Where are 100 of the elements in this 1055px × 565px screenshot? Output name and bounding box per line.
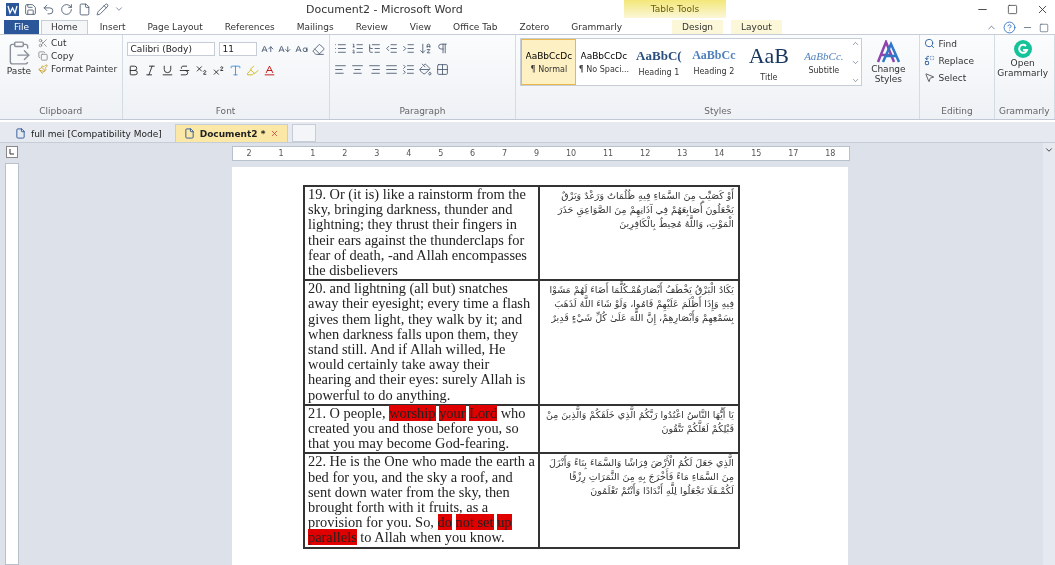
grammarly-logo-icon [1013, 40, 1032, 58]
ribbon-tab[interactable]: View [399, 20, 442, 34]
ruler-number: 4 [406, 149, 412, 158]
document-icon [15, 128, 26, 139]
group-label: Grammarly [998, 106, 1050, 118]
cut-button[interactable]: Cut [38, 38, 118, 48]
word-logo-icon[interactable] [6, 2, 19, 16]
save-icon[interactable] [24, 2, 37, 16]
contextual-header-label: Table Tools [650, 4, 700, 14]
clear-formatting-icon[interactable] [311, 42, 325, 56]
align-center-icon[interactable] [350, 63, 364, 76]
scroll-caret-icon[interactable] [1044, 145, 1054, 155]
english-cell: 21. O people, worship your Lord who created you and those before you, so that you may become God-fearing. [304, 404, 539, 454]
group-label: Clipboard [38, 106, 84, 118]
ribbon-tab[interactable]: Grammarly [561, 20, 632, 34]
font-size-field[interactable]: 11 [218, 42, 257, 56]
arabic-cell: يَكَادُ الْبَرْقُ يَخْطَفُ أَبْصَارَهُمْـكُلَّمَا أَضَاءَ لَهُمْ مَشَوْا فِيهِ وَإِذَا أَظْلَمَ عَلَيْهِمْ قَامُوا، وَلَوْ شَاءَ اللَّهُ لَذَهَبَ بِسَمْعِهِمْ وَأَبْصَارِهِمْ، إِنَّ اللَّهَ عَلَىٰ كُلِّ شَيْءٍ قَدِيرٌ [539, 280, 739, 405]
select-button[interactable]: Select [924, 72, 975, 83]
english-cell: 19. Or (it is) like a rainstorm from the sky, bringing darkness, thunder and lightning; they thrust their fingers in their ears against the thunderclaps for fear of death, -and Allah encompasses the disbelievers [304, 186, 539, 281]
ruler-number: 18 [825, 149, 836, 158]
copy-button[interactable]: Copy [38, 51, 118, 61]
ribbon-tab[interactable]: Home [41, 20, 88, 34]
ribbon-tab[interactable]: File [4, 20, 40, 34]
increase-indent-icon[interactable] [401, 42, 415, 55]
more-styles-icon[interactable] [851, 76, 861, 85]
underline-icon[interactable] [160, 64, 174, 77]
search-icon [924, 38, 936, 49]
copy-icon [38, 51, 48, 61]
align-right-icon[interactable] [367, 63, 381, 76]
ruler-number: 14 [714, 149, 725, 158]
help-icon[interactable] [1003, 21, 1016, 34]
scroll-up-icon[interactable] [851, 39, 861, 48]
multilevel-list-icon[interactable] [367, 42, 381, 55]
ruler-number: 17 [788, 149, 799, 158]
line-spacing-icon[interactable] [401, 63, 415, 76]
ribbon-tab[interactable]: Review [345, 20, 398, 34]
ruler-number: 13 [677, 149, 688, 158]
ruler-number: 2 [246, 149, 252, 158]
ruler-number: 1 [278, 149, 284, 158]
tab-selector-icon[interactable] [6, 146, 18, 158]
change-styles-button[interactable]: Change Styles [866, 38, 911, 106]
font-name-field[interactable]: Calibri (Body) [126, 42, 215, 56]
english-cell: 20. and lightning (all but) snatches away their eyesight; every time a flash gives them light, they walk by it; and when darkness falls upon them, they stand still. And if Allah willed, He would certainly take away their hearing and their eyes: surely Allah is powerful to do anything. [304, 280, 539, 405]
subscript-icon[interactable] [194, 64, 208, 77]
styles-letters-icon [875, 40, 902, 64]
ruler-number: 12 [640, 149, 651, 158]
english-cell: 22. He is the One who made the earth a bed for you, and the sky a roof, and sent down water from the sky, then brought forth with it fruits, as a provision for you. So, do not set up parallels to Allah when you know. [304, 453, 539, 548]
group-label: Paragraph [398, 106, 447, 118]
customize-caret-icon[interactable] [114, 4, 124, 14]
arabic-cell: أَوْ كَصَيِّبٍ مِنَ السَّمَاءِ فِيهِ ظُلُمَاتٌ وَرَعْدٌ وَبَرْقٌ يَجْعَلُونَ أَصَابِعَهُمْ فِي آذَانِهِمْ مِنَ الصَّوَاعِقِ حَذَرَ الْمَوْتِ، وَاللَّهُ مُحِيطٌ بِالْكَافِرِينَ [539, 186, 739, 281]
justify-icon[interactable] [384, 63, 398, 76]
shading-icon[interactable] [418, 63, 432, 76]
show-marks-icon[interactable] [435, 42, 449, 55]
edit-icon[interactable] [96, 2, 109, 16]
group-label: Font [214, 106, 237, 118]
style-item[interactable]: AaBbCcDc ¶ Normal [521, 39, 577, 85]
format-painter-button[interactable]: Format Painter [38, 64, 118, 74]
ruler-number: 6 [470, 149, 476, 158]
ruler-number: 5 [438, 149, 444, 158]
font-color-icon[interactable] [262, 64, 276, 77]
document-tab[interactable]: full mei [Compatibility Mode] [6, 124, 171, 142]
arabic-cell: الَّذِي جَعَلَ لَكُمُ الْأَرْضَ فِرَاشًا وَالسَّمَاءَ بِنَاءً وَأَنْزَلَ مِنَ السَّمَاءِ مَاءً فَأَخْرَجَ بِهِ مِنَ الثَّمَرَاتِ رِزْقًا لَكُمْـفَلَا تَجْعَلُوا لِلَّهِ أَنْدَادًا وَأَنْتُمْ تَعْلَمُونَ [539, 453, 739, 548]
ribbon-tab[interactable]: Zotero [509, 20, 560, 34]
undo-icon[interactable] [42, 2, 55, 16]
numbering-icon[interactable] [350, 42, 364, 55]
decrease-indent-icon[interactable] [384, 42, 398, 55]
ruler-number: 9 [534, 149, 540, 158]
find-button[interactable]: Find [924, 38, 975, 49]
ribbon-tab[interactable]: Office Tab [443, 20, 508, 34]
ruler-number: 11 [603, 149, 614, 158]
ruler-number: 15 [751, 149, 762, 158]
arabic-cell: يَا أَيُّهَا النَّاسُ اعْبُدُوا رَبَّكُمُ الَّذِي خَلَقَكُمْ وَالَّذِينَ مِنْ قَبْلِكُمْ لَعَلَّكُمْ تَتَّقُونَ [539, 404, 739, 454]
align-left-icon[interactable] [333, 63, 347, 76]
superscript-icon[interactable] [211, 64, 225, 77]
text-effects-icon[interactable] [228, 64, 242, 77]
ribbon-tab[interactable]: Design [672, 20, 724, 34]
ribbon-tab[interactable]: Layout [731, 20, 782, 34]
ribbon-tab[interactable]: References [214, 20, 285, 34]
ribbon-tab[interactable]: Mailings [286, 20, 344, 34]
sort-icon[interactable] [418, 42, 432, 55]
window-title: Document2 - Microsoft Word [306, 2, 464, 16]
document-tab[interactable]: Document2 * [174, 124, 289, 142]
ruler-number: 7 [502, 149, 508, 158]
paste-button[interactable]: Paste [4, 38, 34, 106]
ribbon-tab[interactable]: Page Layout [137, 20, 213, 34]
ruler-number: 2 [342, 149, 348, 158]
scissors-icon [38, 38, 48, 48]
strikethrough-icon[interactable] [177, 64, 191, 77]
italic-icon[interactable] [143, 64, 157, 77]
borders-icon[interactable] [435, 63, 449, 76]
new-document-icon[interactable] [78, 2, 91, 16]
ribbon-tab[interactable]: Insert [89, 20, 136, 34]
redo-icon[interactable] [60, 2, 73, 16]
ruler-number: 3 [374, 149, 380, 158]
bullets-icon[interactable] [333, 42, 347, 55]
replace-button[interactable]: Replace [924, 55, 975, 66]
restore-icon[interactable] [1007, 3, 1018, 15]
group-label: Styles [703, 106, 733, 118]
open-grammarly-button[interactable]: Open Grammarly [998, 38, 1047, 106]
restore-document-icon[interactable] [1039, 22, 1049, 33]
